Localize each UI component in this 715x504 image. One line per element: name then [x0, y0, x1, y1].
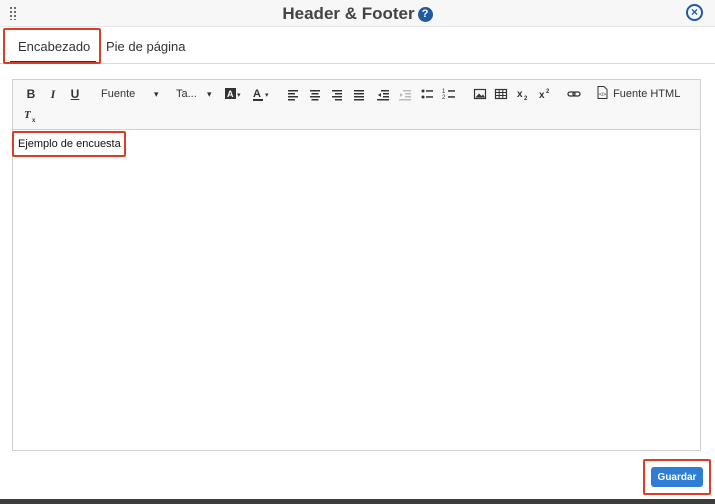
align-left-icon[interactable]	[286, 86, 300, 102]
editor-content[interactable]: Ejemplo de encuesta	[18, 138, 121, 150]
html-source-icon: </>	[597, 86, 608, 99]
tab-footer[interactable]: Pie de página	[106, 27, 186, 64]
svg-text:2: 2	[546, 89, 550, 95]
bottom-edge	[0, 499, 715, 504]
font-dropdown[interactable]: Fuente ▾	[101, 86, 161, 102]
table-icon[interactable]	[494, 86, 508, 102]
align-justify-icon[interactable]	[352, 86, 366, 102]
numbered-list-icon[interactable]: 12	[442, 86, 456, 102]
rich-text-editor: B I U Fuente ▾ Ta... ▾ A ▾ A ▾ 1 2 x 2 x…	[12, 79, 701, 451]
svg-text:</>: </>	[599, 92, 606, 98]
text-background-color-icon[interactable]: A ▾	[224, 86, 244, 102]
svg-text:▾: ▾	[265, 92, 269, 99]
size-dropdown-label: Ta...	[176, 88, 197, 100]
align-right-icon[interactable]	[330, 86, 344, 102]
tab-bar: Encabezado Pie de página	[0, 27, 715, 64]
dialog-titlebar: Header & Footer? ×	[0, 0, 715, 27]
superscript-icon[interactable]: x2	[538, 86, 552, 102]
svg-text:x: x	[539, 90, 545, 101]
tab-header[interactable]: Encabezado	[9, 27, 97, 64]
chevron-down-icon: ▾	[207, 89, 212, 99]
align-center-icon[interactable]	[308, 86, 322, 102]
svg-text:A: A	[253, 88, 261, 100]
bold-icon[interactable]: B	[25, 86, 37, 102]
svg-text:2: 2	[524, 96, 528, 102]
save-button[interactable]: Guardar	[651, 467, 703, 487]
dialog-title-text: Header & Footer	[282, 4, 415, 23]
help-icon[interactable]: ?	[417, 7, 433, 22]
svg-text:x: x	[32, 118, 36, 123]
html-source-button[interactable]: </> Fuente HTML	[597, 86, 687, 102]
editor-toolbar: B I U Fuente ▾ Ta... ▾ A ▾ A ▾ 1 2 x 2 x…	[13, 80, 700, 130]
image-icon[interactable]	[473, 86, 487, 102]
chevron-down-icon: ▾	[154, 89, 159, 99]
svg-text:▾: ▾	[237, 92, 241, 99]
link-icon[interactable]	[567, 86, 581, 102]
italic-icon[interactable]: I	[47, 86, 59, 102]
underline-icon[interactable]: U	[69, 86, 81, 102]
remove-format-icon[interactable]: Tx	[24, 107, 38, 123]
font-dropdown-label: Fuente	[101, 88, 136, 100]
subscript-icon[interactable]: x2	[516, 86, 530, 102]
size-dropdown[interactable]: Ta... ▾	[176, 86, 216, 102]
bulleted-list-icon[interactable]	[420, 86, 434, 102]
outdent-icon[interactable]	[376, 86, 390, 102]
dialog-title: Header & Footer?	[0, 4, 715, 24]
close-icon[interactable]: ×	[686, 4, 703, 21]
html-source-label: Fuente HTML	[613, 88, 681, 100]
svg-text:A: A	[227, 89, 234, 99]
svg-text:2: 2	[442, 95, 446, 101]
text-color-icon[interactable]: A ▾	[252, 86, 272, 102]
svg-text:T: T	[24, 109, 32, 121]
indent-icon[interactable]	[398, 86, 412, 102]
svg-text:x: x	[517, 89, 523, 100]
